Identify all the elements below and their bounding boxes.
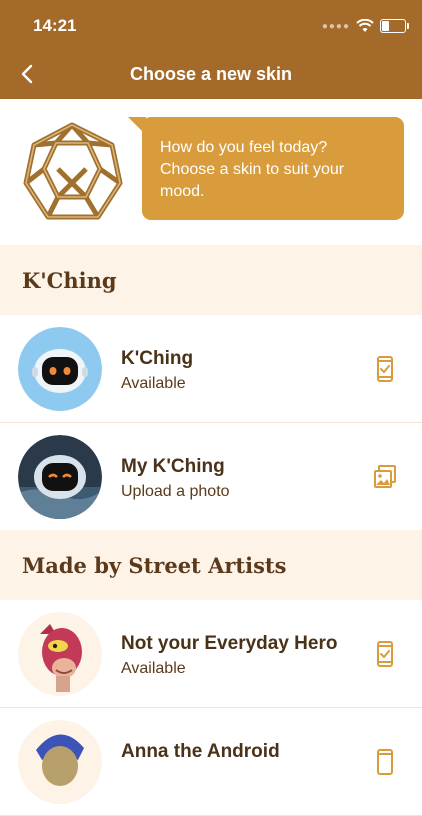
kching-avatar — [18, 327, 102, 411]
everyday-hero-avatar — [18, 612, 102, 696]
section-header-street-artists: Made by Street Artists — [0, 530, 422, 600]
skin-title: K'Ching — [121, 348, 194, 369]
skin-title: My K'Ching — [121, 456, 225, 477]
page-title: Choose a new skin — [129, 64, 293, 84]
skin-title: Anna the Android — [121, 741, 280, 762]
skin-status: Upload a photo — [121, 483, 230, 500]
skin-status: Available — [121, 660, 186, 677]
speech-bubble: How do you feel today? Choose a skin to … — [142, 117, 404, 220]
skin-row-everyday-hero[interactable]: Not your Everyday Hero Available — [0, 600, 422, 708]
my-kching-avatar — [18, 435, 102, 519]
status-icons: ●●●● — [321, 16, 409, 36]
app-header: 14:21 ●●●● Choose a new skin — [0, 0, 422, 99]
skin-row-my-kching[interactable]: My K'Ching Upload a photo — [0, 423, 422, 531]
phone-check-icon[interactable] — [372, 355, 398, 383]
skin-title: Not your Everyday Hero — [121, 633, 338, 654]
skin-row-anna-android[interactable]: Anna the Android — [0, 708, 422, 816]
intro-panel: How do you feel today? Choose a skin to … — [0, 99, 422, 245]
skin-row-kching[interactable]: K'Ching Available — [0, 315, 422, 423]
signal-icon: ●●●● — [321, 20, 350, 32]
gallery-icon[interactable] — [372, 463, 398, 491]
phone-check-icon[interactable] — [372, 640, 398, 668]
skin-status: Available — [121, 375, 186, 392]
anna-android-avatar — [18, 720, 102, 804]
battery-icon — [380, 19, 409, 33]
phone-check-icon[interactable] — [372, 748, 398, 776]
polyhedron-logo-icon — [23, 122, 123, 220]
section-header-kching: K'Ching — [0, 245, 422, 315]
wifi-icon — [356, 19, 374, 32]
status-time: 14:21 — [33, 16, 77, 35]
